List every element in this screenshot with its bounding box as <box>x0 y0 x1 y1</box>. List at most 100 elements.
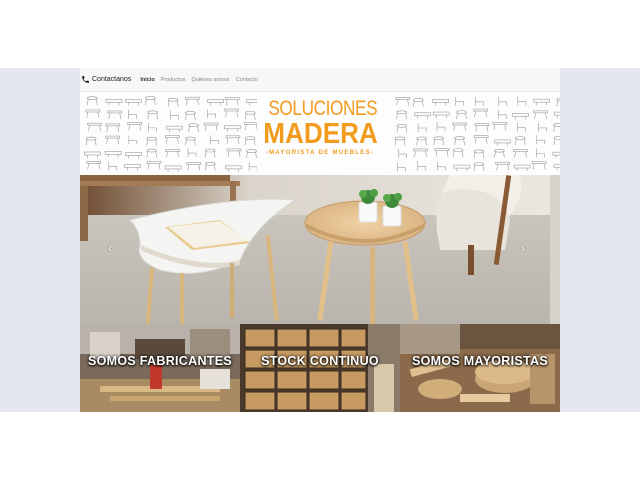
sketch-mark <box>433 139 436 146</box>
sketch-mark <box>99 125 101 132</box>
menu-item-quienes-somos[interactable]: Quiénes somos <box>188 68 232 92</box>
sketch-mark <box>177 151 179 158</box>
sketch-mark <box>185 139 187 146</box>
sketch-mark <box>396 110 407 115</box>
sketch-mark <box>254 113 256 120</box>
sketch-mark <box>104 151 122 155</box>
sketch-mark <box>156 113 159 120</box>
sketch-mark <box>474 111 476 118</box>
sketch-mark <box>534 112 536 119</box>
sketch-mark <box>145 99 147 106</box>
sketch-mark <box>493 124 496 131</box>
sketch-mark <box>154 99 156 106</box>
sketch-mark <box>155 151 158 158</box>
sketch-mark <box>494 139 511 144</box>
sketch-mark <box>125 152 142 156</box>
sketch-mark <box>85 136 97 141</box>
menu-item-inicio[interactable]: Inicio <box>137 68 157 92</box>
soluciones-madera-logo[interactable]: SOLUCIONES MADERA -MAYORISTA DE MUEBLES- <box>257 98 383 170</box>
sketch-mark <box>397 162 406 172</box>
sketch-mark <box>556 100 559 107</box>
menu-item-contacto[interactable]: Contacto <box>233 68 261 92</box>
sketch-mark <box>125 99 142 103</box>
sketch-mark <box>498 96 508 106</box>
sketch-mark <box>105 123 121 127</box>
sketch-mark <box>497 109 507 119</box>
sketch-mark <box>531 161 547 165</box>
sketch-mark <box>436 122 446 132</box>
sketch-mark <box>236 99 239 106</box>
sketch-mark <box>453 124 455 132</box>
sketch-mark <box>425 139 427 146</box>
sketch-mark <box>207 99 224 103</box>
sketch-mark <box>237 137 240 144</box>
sketch-mark <box>533 110 548 114</box>
sketch-mark <box>485 111 487 118</box>
tile-somos-fabricantes[interactable]: SOMOS FABRICANTES <box>80 324 240 412</box>
sketch-mark <box>158 163 161 170</box>
sketch-mark <box>454 136 465 140</box>
sketch-mark <box>225 135 241 139</box>
sketch-mark <box>97 111 100 119</box>
workshop-photo <box>80 324 240 412</box>
sketch-mark <box>146 160 162 164</box>
sketch-mark <box>417 161 426 171</box>
sketch-mark <box>433 136 445 141</box>
sketch-mark <box>147 113 150 120</box>
sketch-mark <box>246 149 257 153</box>
wood-pieces-photo <box>400 324 560 412</box>
sketch-mark <box>465 113 467 120</box>
tile-somos-mayoristas[interactable]: SOMOS MAYORISTAS <box>400 324 560 412</box>
contact-brand-link[interactable]: Contactanos <box>81 68 137 92</box>
sketch-mark <box>164 165 182 170</box>
sketch-mark <box>124 164 141 168</box>
sketch-mark <box>492 121 508 125</box>
sketch-mark <box>106 138 108 145</box>
sketch-mark <box>207 109 216 119</box>
sketch-mark <box>244 136 256 141</box>
sketch-mark <box>226 148 242 152</box>
sketch-mark <box>473 165 476 172</box>
hero-carousel[interactable]: ‹ › <box>80 175 560 324</box>
sketch-mark <box>186 162 202 165</box>
sketch-mark <box>504 124 507 131</box>
sketch-mark <box>186 99 188 106</box>
sketch-mark <box>204 125 207 132</box>
sketch-mark <box>244 139 247 146</box>
sketch-mark <box>215 125 218 132</box>
sketch-mark <box>405 126 408 133</box>
sketch-mark <box>204 148 216 153</box>
sketch-mark <box>407 99 409 106</box>
sketch-mark <box>224 125 241 130</box>
logo-text-soluciones: SOLUCIONES <box>268 97 378 120</box>
sketch-mark <box>210 135 219 145</box>
sketch-mark <box>197 99 199 106</box>
sketch-mark <box>87 122 102 126</box>
menu-item-productos[interactable]: Productos <box>158 68 189 92</box>
sketch-mark <box>85 109 101 113</box>
sketch-mark <box>98 163 100 170</box>
sketch-mark <box>475 96 484 106</box>
sketch-mark <box>437 161 446 171</box>
sketch-mark <box>185 136 196 141</box>
tile-label: SOMOS FABRICANTES <box>88 354 232 368</box>
sketch-mark <box>198 164 201 171</box>
sketch-mark <box>512 113 529 117</box>
sketch-mark <box>167 100 170 107</box>
chevron-left-icon[interactable]: ‹ <box>104 241 116 255</box>
sketch-mark <box>452 151 455 158</box>
tile-label: SOMOS MAYORISTAS <box>411 354 549 368</box>
sketch-mark <box>553 125 555 133</box>
sketch-mark <box>145 96 156 100</box>
tile-stock-continuo[interactable]: STOCK CONTINUO <box>240 324 400 412</box>
hero-furniture-photo <box>80 175 560 324</box>
sketch-mark <box>461 151 464 158</box>
sketch-mark <box>453 164 471 169</box>
chevron-right-icon[interactable]: › <box>517 241 529 255</box>
sketch-mark <box>417 123 427 133</box>
sketch-mark <box>86 111 89 119</box>
sketch-mark <box>525 151 527 158</box>
sketch-mark <box>514 136 526 140</box>
sketch-mark <box>553 138 556 146</box>
sketch-mark <box>413 98 424 102</box>
